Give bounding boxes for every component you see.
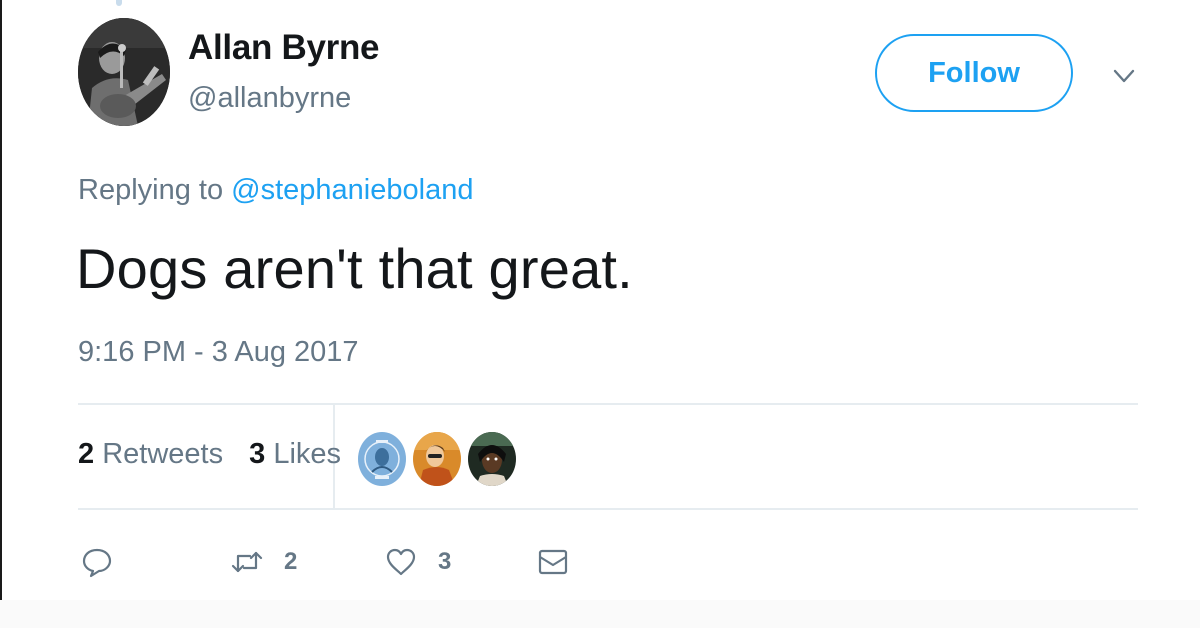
retweet-button[interactable]: 2 [230,540,297,584]
top-edge-mark [116,0,122,6]
retweet-count: 2 [284,548,298,575]
retweet-icon [230,545,264,579]
reply-context-prefix: Replying to [78,174,224,206]
envelope-icon [536,545,570,579]
reply-mention-link[interactable]: @stephanieboland [231,174,473,206]
likes-label: Likes [273,438,342,470]
author-avatar[interactable] [78,18,170,126]
retweets-count: 2 [78,438,95,470]
heart-icon [384,545,418,579]
like-button[interactable]: 3 [384,540,451,584]
bottom-strip [0,600,1200,628]
retweets-label: Retweets [102,438,224,470]
tweet-stats: 2 Retweets 3 Likes [78,438,341,471]
likes-stat[interactable]: 3 Likes [249,438,341,471]
chevron-down-icon[interactable] [1110,62,1138,90]
tweet-timestamp[interactable]: 9:16 PM - 3 Aug 2017 [78,336,359,369]
author-handle[interactable]: @allanbyrne [188,82,351,115]
reply-context: Replying to @stephanieboland [78,174,473,207]
window-left-edge [0,0,2,600]
stats-bottom-divider [78,508,1138,510]
reply-icon [80,545,114,579]
follow-button[interactable]: Follow [875,34,1073,112]
author-display-name[interactable]: Allan Byrne [188,28,380,68]
stats-top-divider [78,403,1138,405]
direct-message-button[interactable] [536,540,570,584]
liker-avatar-1[interactable] [356,430,408,488]
liker-avatar-3[interactable] [466,430,518,488]
likes-count: 3 [249,438,266,470]
reply-button[interactable] [80,540,114,584]
retweets-stat[interactable]: 2 Retweets [78,438,223,471]
tweet-text: Dogs aren't that great. [76,237,633,300]
like-count: 3 [438,548,452,575]
liker-avatar-2[interactable] [411,430,463,488]
